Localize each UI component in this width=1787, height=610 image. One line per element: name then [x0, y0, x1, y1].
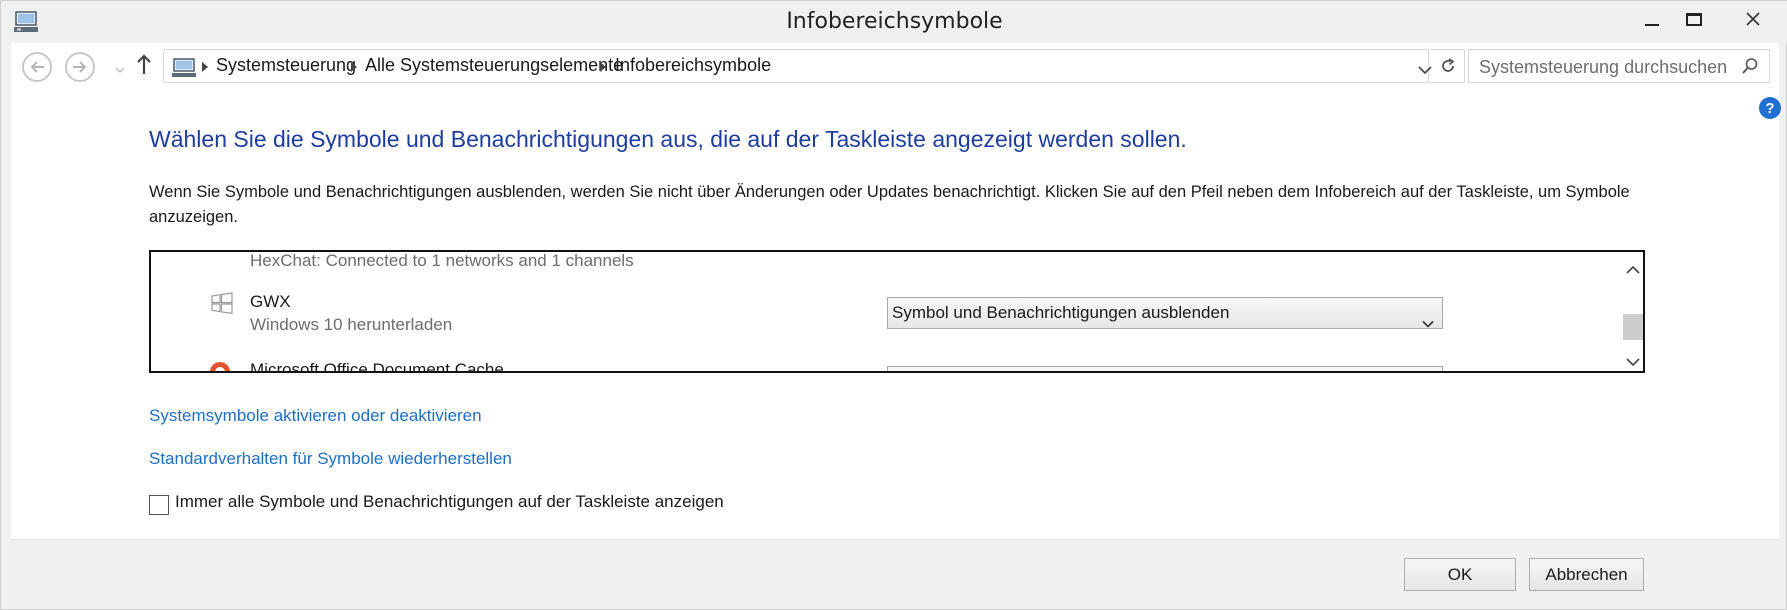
item-name: Microsoft Office Document Cache: [250, 360, 504, 373]
scroll-down-button[interactable]: [1626, 352, 1640, 371]
breadcrumb-infobereichsymbole[interactable]: Infobereichsymbole: [615, 55, 771, 76]
recent-locations-button[interactable]: [115, 59, 125, 78]
notification-icons-list[interactable]: HexChat: Connected to 1 networks and 1 c…: [149, 250, 1645, 373]
navigation-bar: Systemsteuerung Alle Systemsteuerungsele…: [11, 43, 1779, 87]
up-button[interactable]: [136, 53, 152, 79]
cancel-button[interactable]: Abbrechen: [1529, 558, 1644, 591]
chevron-down-icon: [1422, 308, 1434, 328]
ok-button[interactable]: OK: [1404, 558, 1516, 591]
close-icon: [1746, 12, 1760, 26]
item-description: HexChat: Connected to 1 networks and 1 c…: [250, 251, 634, 270]
breadcrumb-separator-icon[interactable]: [600, 62, 606, 72]
title-bar: Infobereichsymbole: [1, 1, 1787, 43]
behavior-select-value: Symbol und Benachrichtigungen ausblenden: [892, 303, 1230, 322]
chevron-down-icon: [1418, 66, 1432, 75]
list-item[interactable]: Microsoft Office Document Cache: [151, 360, 1621, 373]
page-title: Wählen Sie die Symbole und Benachrichtig…: [149, 126, 1187, 152]
chevron-down-icon: [1626, 358, 1640, 367]
minimize-button[interactable]: [1634, 5, 1670, 33]
main-content: ? Wählen Sie die Symbole und Benachricht…: [11, 87, 1781, 539]
chevron-up-icon: [1626, 265, 1640, 274]
help-icon[interactable]: ?: [1759, 97, 1781, 119]
page-description: Wenn Sie Symbole und Benachrichtigungen …: [149, 183, 1630, 226]
computer-icon: [172, 58, 196, 82]
office-upload-center-icon: [208, 360, 232, 371]
close-button[interactable]: [1725, 5, 1781, 33]
behavior-select[interactable]: [887, 366, 1443, 371]
arrow-right-icon: [73, 61, 87, 73]
system-icons-link[interactable]: Systemsymbole aktivieren oder deaktivier…: [149, 406, 482, 426]
search-box: [1468, 49, 1770, 83]
maximize-button[interactable]: [1676, 5, 1712, 33]
forward-button[interactable]: [65, 52, 95, 82]
minimize-icon: [1645, 24, 1659, 26]
refresh-icon: [1441, 58, 1455, 72]
scroll-up-button[interactable]: [1626, 260, 1640, 279]
item-description: Windows 10 herunterladen: [250, 315, 453, 334]
breadcrumb-separator-icon[interactable]: [351, 62, 357, 72]
breadcrumb-systemsteuerung[interactable]: Systemsteuerung: [216, 55, 356, 76]
scrollbar-thumb[interactable]: [1623, 314, 1643, 340]
item-name: GWX: [250, 292, 291, 311]
maximize-icon: [1686, 12, 1702, 26]
address-history-button[interactable]: [1418, 60, 1432, 79]
list-item[interactable]: HexChat: Connected to 1 networks and 1 c…: [151, 251, 1621, 280]
always-show-label[interactable]: Immer alle Symbole und Benachrichtigunge…: [175, 492, 724, 512]
breadcrumb-alle-elemente[interactable]: Alle Systemsteuerungselemente: [365, 55, 623, 76]
list-item[interactable]: GWX Windows 10 herunterladen Symbol und …: [151, 282, 1621, 371]
dialog-footer: OK Abbrechen: [11, 539, 1779, 601]
restore-defaults-link[interactable]: Standardverhalten für Symbole wiederhers…: [149, 449, 512, 469]
vertical-scrollbar[interactable]: [1621, 252, 1643, 371]
refresh-button[interactable]: [1431, 49, 1465, 83]
search-input[interactable]: [1479, 55, 1729, 79]
arrow-up-icon: [137, 54, 151, 74]
behavior-select[interactable]: Symbol und Benachrichtigungen ausblenden: [887, 297, 1443, 329]
arrow-left-icon: [30, 61, 44, 73]
chevron-down-icon: [115, 67, 125, 74]
breadcrumb-separator-icon[interactable]: [202, 62, 208, 72]
back-button[interactable]: [22, 52, 52, 82]
window-title: Infobereichsymbole: [786, 9, 1003, 34]
windows-logo-icon: [211, 292, 233, 318]
address-bar[interactable]: Systemsteuerung Alle Systemsteuerungsele…: [163, 49, 1432, 83]
search-icon[interactable]: [1741, 57, 1759, 79]
always-show-checkbox[interactable]: [149, 495, 169, 515]
control-panel-window: Infobereichsymbole Systemsteuerung Alle …: [0, 0, 1787, 610]
